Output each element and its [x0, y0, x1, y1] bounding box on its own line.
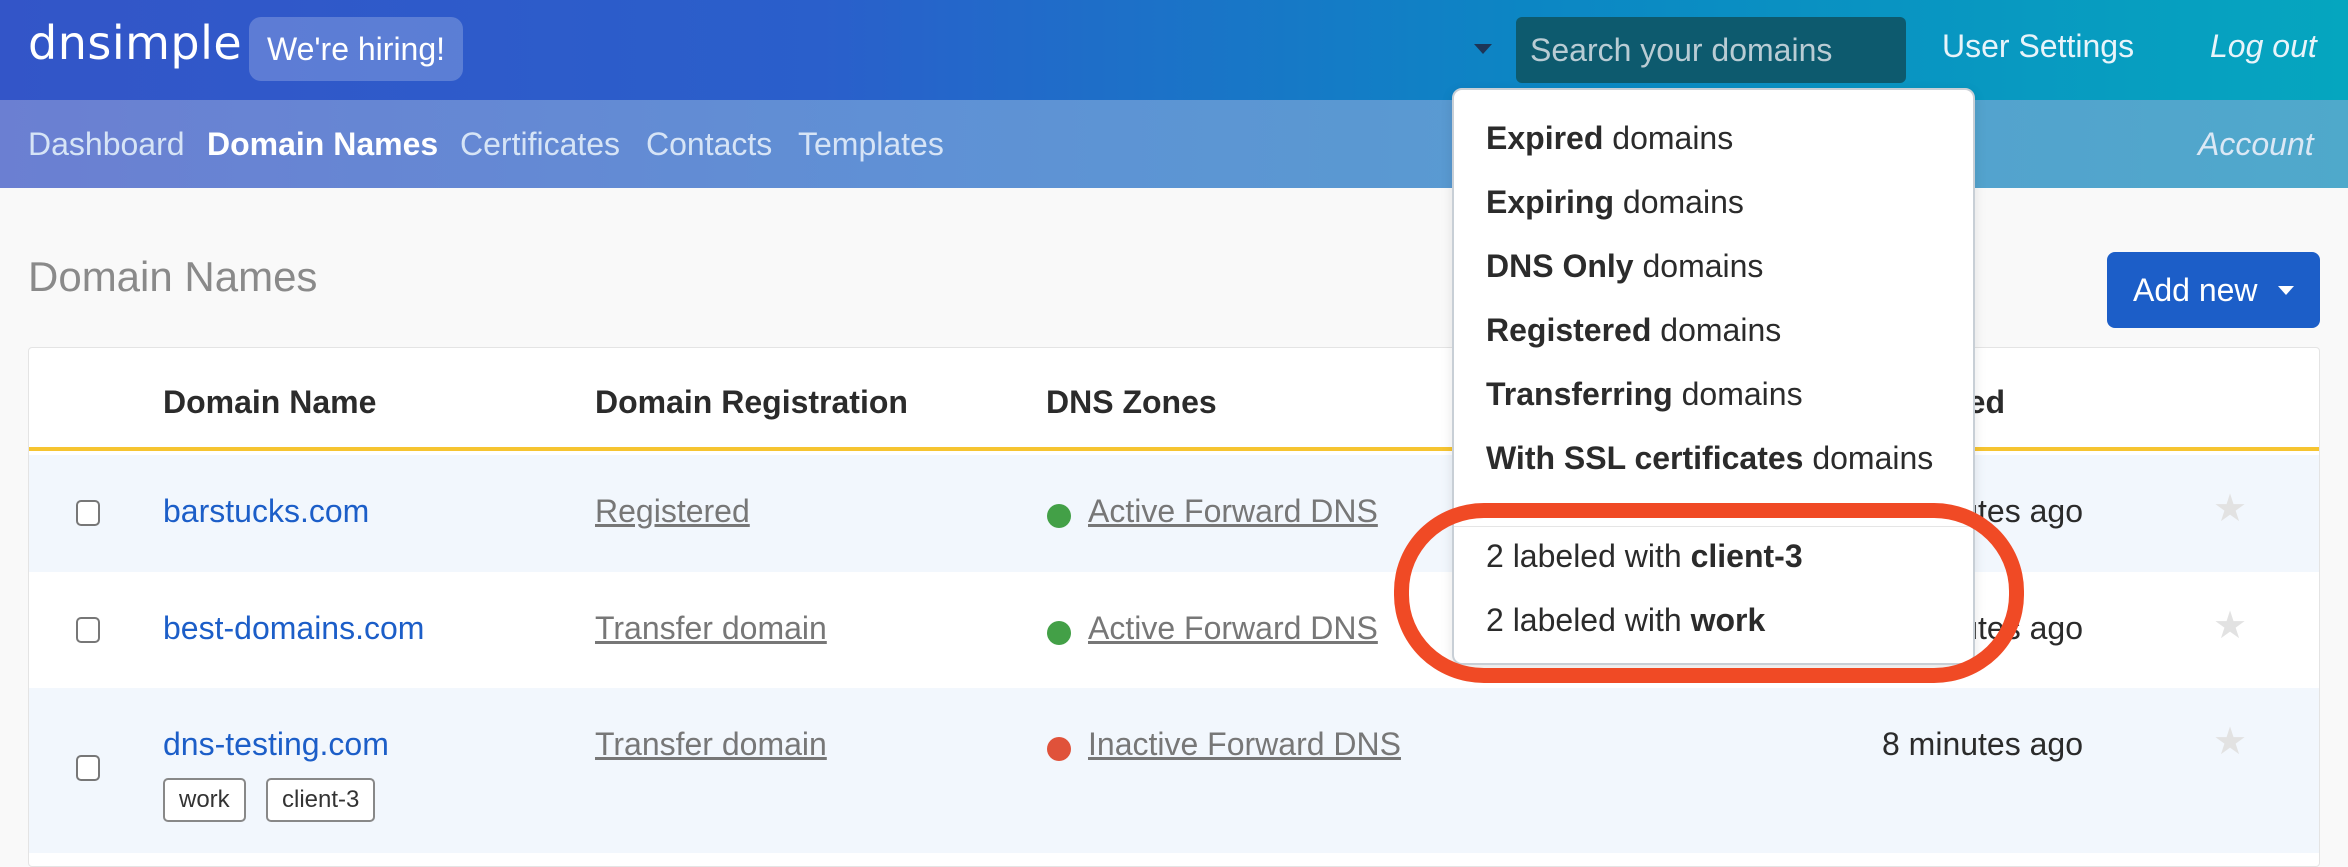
- star-icon[interactable]: ★: [2213, 486, 2247, 531]
- table-row: best-domains.com Transfer domain Active …: [29, 572, 2319, 688]
- filter-label-client-3[interactable]: 2 labeled with client-3: [1486, 538, 1803, 575]
- registration-link[interactable]: Transfer domain: [595, 610, 827, 647]
- domains-table: Domain Name Domain Registration DNS Zone…: [28, 347, 2320, 867]
- nav-templates[interactable]: Templates: [798, 126, 944, 163]
- add-new-button[interactable]: Add new: [2107, 252, 2320, 328]
- search-input[interactable]: [1516, 17, 1906, 83]
- filter-ssl[interactable]: With SSL certificates domains: [1486, 440, 1933, 477]
- filter-bold: DNS Only: [1486, 248, 1634, 284]
- row-checkbox[interactable]: [76, 755, 100, 781]
- status-dot-active-icon: [1047, 504, 1071, 528]
- label-prefix: 2 labeled with: [1486, 538, 1691, 574]
- filter-suffix: domains: [1603, 120, 1734, 156]
- filter-bold: With SSL certificates: [1486, 440, 1804, 476]
- status-dot-active-icon: [1047, 621, 1071, 645]
- nav-account[interactable]: Account: [2198, 126, 2314, 163]
- chevron-down-icon: [2278, 286, 2294, 295]
- column-domain-name[interactable]: Domain Name: [163, 384, 376, 421]
- domain-link[interactable]: best-domains.com: [163, 610, 424, 647]
- nav-contacts[interactable]: Contacts: [646, 126, 772, 163]
- status-dot-inactive-icon: [1047, 737, 1071, 761]
- filter-registered[interactable]: Registered domains: [1486, 312, 1781, 349]
- star-icon[interactable]: ★: [2213, 719, 2247, 764]
- user-settings-link[interactable]: User Settings: [1942, 28, 2134, 65]
- label-tag-client-3[interactable]: client-3: [266, 778, 376, 822]
- nav-dashboard[interactable]: Dashboard: [28, 126, 185, 163]
- registration-link[interactable]: Transfer domain: [595, 726, 827, 763]
- filter-expired[interactable]: Expired domains: [1486, 120, 1733, 157]
- label-prefix: 2 labeled with: [1486, 602, 1691, 638]
- filter-bold: Expired: [1486, 120, 1604, 156]
- filter-suffix: domains: [1672, 376, 1803, 412]
- star-icon[interactable]: ★: [2213, 603, 2247, 648]
- top-bar: dnsimple We're hiring! User Settings Log…: [0, 0, 2348, 100]
- filter-transferring[interactable]: Transferring domains: [1486, 376, 1803, 413]
- search-filter-caret-icon[interactable]: [1474, 44, 1492, 54]
- filter-expiring[interactable]: Expiring domains: [1486, 184, 1744, 221]
- filter-suffix: domains: [1614, 184, 1744, 220]
- secondary-nav: Dashboard Domain Names Certificates Cont…: [0, 100, 2348, 188]
- dns-zone-link[interactable]: Active Forward DNS: [1088, 610, 1378, 647]
- filter-label-work[interactable]: 2 labeled with work: [1486, 602, 1765, 639]
- search-filter-dropdown: Expired domains Expiring domains DNS Onl…: [1452, 88, 1975, 665]
- registration-link[interactable]: Registered: [595, 493, 750, 530]
- dns-zone-link[interactable]: Inactive Forward DNS: [1088, 726, 1401, 763]
- filter-bold: Registered: [1486, 312, 1652, 348]
- page-title: Domain Names: [28, 253, 318, 300]
- logout-link[interactable]: Log out: [2210, 28, 2317, 65]
- nav-domain-names[interactable]: Domain Names: [207, 126, 438, 163]
- column-dns-zones[interactable]: DNS Zones: [1046, 384, 1217, 421]
- add-new-label: Add new: [2133, 271, 2258, 308]
- domain-link[interactable]: barstucks.com: [163, 493, 369, 530]
- domain-link[interactable]: dns-testing.com: [163, 726, 389, 763]
- nav-certificates[interactable]: Certificates: [460, 126, 620, 163]
- filter-dns-only[interactable]: DNS Only domains: [1486, 248, 1763, 285]
- column-domain-registration[interactable]: Domain Registration: [595, 384, 908, 421]
- dns-zone-link[interactable]: Active Forward DNS: [1088, 493, 1378, 530]
- filter-bold: Transferring: [1486, 376, 1673, 412]
- updated-time: 8 minutes ago: [1881, 726, 2083, 762]
- dnsimple-logo[interactable]: dnsimple: [28, 16, 242, 70]
- dropdown-divider: [1454, 526, 1973, 527]
- filter-suffix: domains: [1633, 248, 1764, 284]
- table-row: barstucks.com Registered Active Forward …: [29, 455, 2319, 572]
- row-checkbox[interactable]: [76, 500, 100, 526]
- filter-suffix: domains: [1651, 312, 1782, 348]
- filter-suffix: domains: [1803, 440, 1934, 476]
- row-checkbox[interactable]: [76, 617, 100, 643]
- table-row: dns-testing.com work client-3 Transfer d…: [29, 688, 2319, 853]
- label-name: work: [1690, 602, 1766, 638]
- label-name: client-3: [1690, 538, 1803, 574]
- table-header: Domain Name Domain Registration DNS Zone…: [29, 348, 2319, 451]
- label-tag-work[interactable]: work: [163, 778, 246, 822]
- hiring-badge[interactable]: We're hiring!: [249, 17, 464, 81]
- filter-bold: Expiring: [1486, 184, 1615, 220]
